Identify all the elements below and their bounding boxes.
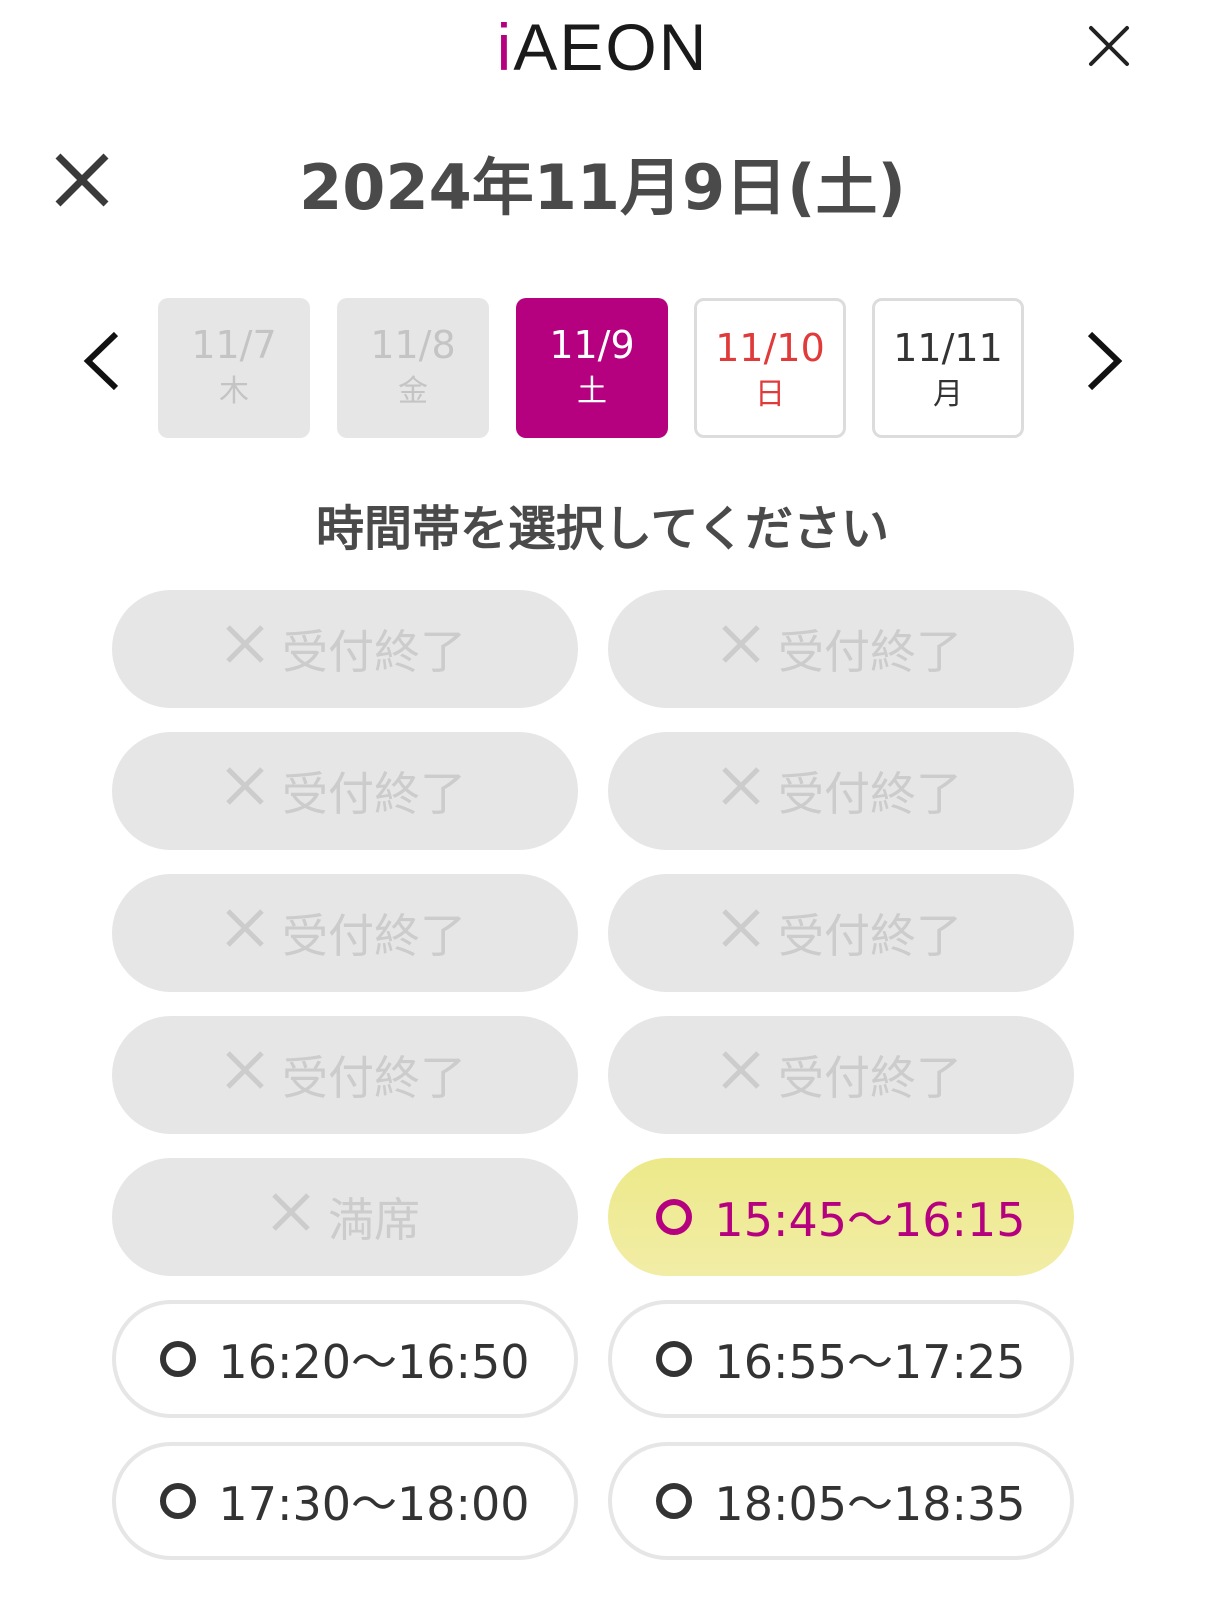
cross-mark-icon — [720, 622, 762, 676]
circle-mark-icon — [160, 1483, 197, 1519]
cross-mark-icon — [270, 1190, 312, 1244]
circle-mark-icon — [656, 1483, 693, 1519]
time-slot-closed: 受付終了 — [608, 1016, 1074, 1134]
app-close-icon[interactable] — [1085, 22, 1133, 70]
date-label: 11/7 — [191, 323, 277, 367]
time-slot-available[interactable]: 16:55〜17:25 — [608, 1300, 1074, 1418]
chevron-left-icon[interactable] — [76, 328, 132, 394]
date-tab-2: 11/8 金 — [337, 298, 489, 438]
time-slot-closed: 受付終了 — [608, 874, 1074, 992]
time-slot-closed: 受付終了 — [608, 590, 1074, 708]
circle-mark-icon — [656, 1341, 693, 1377]
cross-mark-icon — [224, 1048, 266, 1102]
cross-mark-icon — [720, 1048, 762, 1102]
circle-mark-icon — [656, 1199, 693, 1235]
time-slot-available[interactable]: 16:20〜16:50 — [112, 1300, 578, 1418]
date-label: 11/10 — [715, 326, 825, 370]
time-slot-available[interactable]: 17:30〜18:00 — [112, 1442, 578, 1560]
chevron-right-icon[interactable] — [1074, 328, 1130, 394]
weekday-label: 土 — [577, 374, 607, 409]
time-slot-selected[interactable]: 15:45〜16:15 — [608, 1158, 1074, 1276]
slot-label: 18:05〜18:35 — [714, 1477, 1026, 1531]
weekday-label: 金 — [398, 374, 428, 409]
date-label: 11/11 — [893, 326, 1003, 370]
weekday-label: 日 — [755, 377, 785, 412]
slot-label: 受付終了 — [778, 1051, 962, 1105]
cross-mark-icon — [720, 906, 762, 960]
logo-text: AEON — [513, 10, 709, 84]
cross-mark-icon — [720, 764, 762, 818]
date-tab-1: 11/7 木 — [158, 298, 310, 438]
slot-label: 受付終了 — [778, 909, 962, 963]
app-logo: iAEON — [0, 12, 1205, 82]
circle-mark-icon — [160, 1341, 197, 1377]
time-slot-closed: 受付終了 — [112, 874, 578, 992]
date-tab-3-selected[interactable]: 11/9 土 — [516, 298, 668, 438]
date-label: 11/8 — [370, 323, 456, 367]
time-slot-closed: 受付終了 — [112, 1016, 578, 1134]
slot-label: 受付終了 — [778, 625, 962, 679]
select-time-prompt: 時間帯を選択してください — [315, 501, 890, 557]
slot-label: 16:20〜16:50 — [218, 1335, 530, 1389]
cross-mark-icon — [224, 764, 266, 818]
cross-mark-icon — [224, 906, 266, 960]
slot-label: 15:45〜16:15 — [714, 1193, 1026, 1247]
slot-label: 受付終了 — [778, 767, 962, 821]
slot-label: 受付終了 — [282, 1051, 466, 1105]
page-title: 2024年11月9日(土) — [299, 151, 906, 224]
time-slot-closed: 受付終了 — [608, 732, 1074, 850]
slot-label: 受付終了 — [282, 909, 466, 963]
time-slot-closed: 受付終了 — [112, 732, 578, 850]
slot-label: 満席 — [328, 1193, 420, 1247]
date-label: 11/9 — [549, 323, 635, 367]
date-tab-5[interactable]: 11/11 月 — [872, 298, 1024, 438]
slot-label: 受付終了 — [282, 767, 466, 821]
date-tab-4[interactable]: 11/10 日 — [694, 298, 846, 438]
cross-mark-icon — [224, 622, 266, 676]
weekday-label: 月 — [933, 377, 963, 412]
weekday-label: 木 — [219, 374, 249, 409]
time-slot-closed: 受付終了 — [112, 590, 578, 708]
slot-label: 17:30〜18:00 — [218, 1477, 530, 1531]
slot-label: 受付終了 — [282, 625, 466, 679]
time-slot-available[interactable]: 18:05〜18:35 — [608, 1442, 1074, 1560]
logo-prefix: i — [496, 10, 514, 84]
time-slot-full: 満席 — [112, 1158, 578, 1276]
slot-label: 16:55〜17:25 — [714, 1335, 1026, 1389]
